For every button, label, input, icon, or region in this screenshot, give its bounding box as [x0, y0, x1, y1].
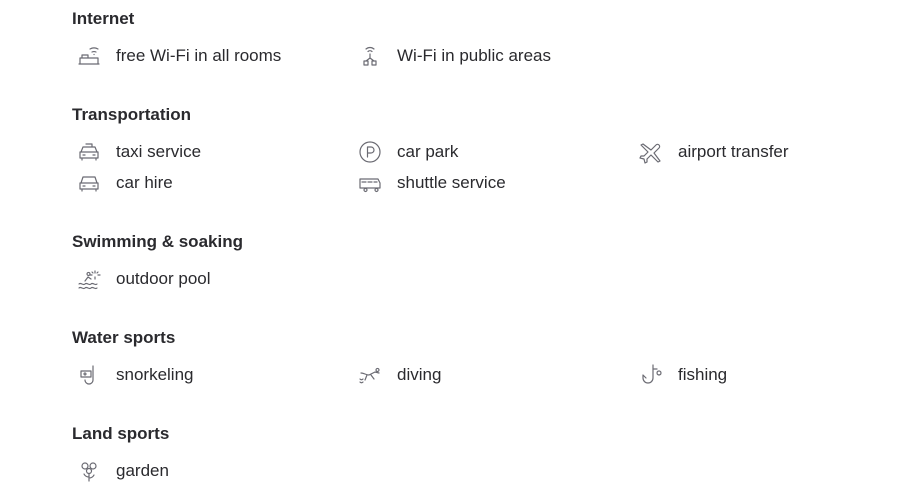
section-title: Water sports — [72, 328, 176, 347]
wifi-router-icon — [357, 44, 383, 68]
parking-icon — [357, 140, 383, 164]
amenity-item: diving — [357, 363, 441, 387]
amenity-label: diving — [397, 365, 442, 384]
section-water-sports: Water sports snorkeling diving fishing — [72, 327, 892, 385]
shuttle-bus-icon — [357, 171, 383, 195]
diver-icon — [357, 363, 383, 387]
amenity-label: fishing — [678, 365, 728, 384]
amenity-item: fishing — [638, 363, 727, 387]
amenity-label: taxi service — [116, 142, 202, 161]
section-title: Internet — [72, 9, 135, 28]
section-title: Land sports — [72, 424, 170, 443]
section-land-sports: Land sports garden — [72, 423, 892, 482]
amenity-item: garden — [76, 459, 169, 483]
amenity-label: airport transfer — [678, 142, 789, 161]
taxi-icon — [76, 140, 102, 164]
amenity-label: Wi-Fi in public areas — [397, 46, 551, 65]
section-internet: Internet free Wi-Fi in all rooms Wi-Fi i… — [72, 8, 892, 66]
fishing-hook-icon — [638, 363, 664, 387]
amenity-item: airport transfer — [638, 140, 789, 164]
amenity-item: free Wi-Fi in all rooms — [76, 44, 281, 68]
car-icon — [76, 171, 102, 195]
amenity-item: car hire — [76, 171, 173, 195]
amenity-label: car park — [397, 142, 459, 161]
amenity-label: snorkeling — [116, 365, 194, 384]
amenity-item: Wi-Fi in public areas — [357, 44, 551, 68]
amenity-item: outdoor pool — [76, 267, 211, 291]
outdoor-pool-icon — [76, 267, 102, 291]
section-transportation: Transportation taxi service car park air… — [72, 104, 892, 192]
amenity-label: car hire — [116, 173, 173, 192]
amenity-item: taxi service — [76, 140, 201, 164]
airplane-icon — [638, 140, 664, 164]
amenity-item: car park — [357, 140, 458, 164]
snorkel-mask-icon — [76, 363, 102, 387]
section-title: Swimming & soaking — [72, 232, 243, 251]
amenity-label: free Wi-Fi in all rooms — [116, 46, 282, 65]
amenity-label: garden — [116, 461, 169, 480]
amenity-label: shuttle service — [397, 173, 506, 192]
amenity-label: outdoor pool — [116, 269, 211, 288]
wifi-bed-icon — [76, 44, 102, 68]
amenity-item: shuttle service — [357, 171, 506, 195]
amenity-item: snorkeling — [76, 363, 194, 387]
section-swimming: Swimming & soaking outdoor pool — [72, 231, 892, 290]
section-title: Transportation — [72, 105, 192, 124]
flower-icon — [76, 459, 102, 483]
